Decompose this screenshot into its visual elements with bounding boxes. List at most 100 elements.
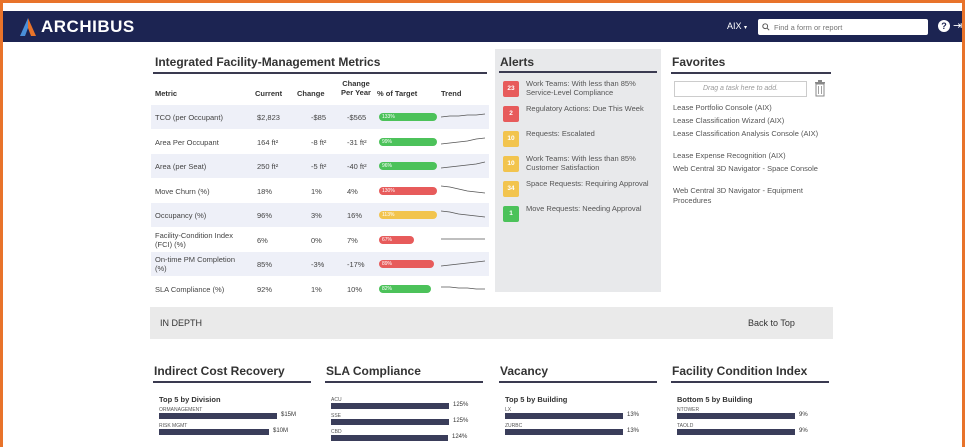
chevron-down-icon: ▾: [744, 25, 748, 31]
metric-row[interactable]: Move Churn (%) 18% 1% 4% 130%: [151, 179, 489, 203]
title-divider: [153, 72, 487, 74]
header-current[interactable]: Current: [255, 89, 282, 98]
metric-name: Area Per Occupant: [155, 137, 219, 147]
alert-item[interactable]: 2 Regulatory Actions: Due This Week: [501, 104, 657, 126]
help-icon[interactable]: ?: [938, 20, 950, 32]
header-change-per-year[interactable]: Change Per Year: [337, 79, 375, 97]
metric-change-per-year: 16%: [347, 211, 363, 220]
metric-change-per-year: -17%: [347, 260, 365, 269]
target-progress-bar: 82%: [379, 284, 431, 293]
metric-change-per-year: 10%: [347, 284, 363, 294]
bar[interactable]: [159, 429, 269, 435]
search-input[interactable]: [774, 22, 924, 32]
metric-name: On-time PM Completion (%): [155, 255, 236, 273]
bar-value: 124%: [452, 434, 468, 440]
favorite-link[interactable]: Lease Expense Recognition (AIX): [673, 151, 833, 161]
trash-icon[interactable]: [814, 79, 826, 97]
section-title: Facility Condition Index: [672, 364, 808, 378]
metric-change: 0%: [311, 235, 322, 245]
metric-row[interactable]: TCO (per Occupant) $2,823 -$85 -$565 133%: [151, 105, 489, 129]
bar-value: $10M: [273, 428, 289, 434]
metric-current: 6%: [257, 235, 268, 245]
metric-row[interactable]: Facility-Condition Index (FCI) (%) 6% 0% 7%…: [151, 228, 489, 252]
metric-change: -8 ft²: [311, 137, 327, 147]
metric-row[interactable]: On-time PM Completion (%) 85% -3% -17% 89%: [151, 252, 489, 276]
favorites-title: Favorites: [672, 55, 726, 69]
metric-current: 18%: [257, 186, 273, 196]
metric-change-per-year: 4%: [347, 186, 358, 196]
metric-current: 250 ft²: [257, 162, 279, 171]
metric-change-per-year: 7%: [347, 235, 358, 245]
in-depth-title: IN DEPTH: [160, 318, 203, 328]
metric-change: -3%: [311, 260, 325, 269]
trend-line: [441, 286, 485, 289]
metric-row[interactable]: Occupancy (%) 96% 3% 16% 113%: [151, 203, 489, 227]
metric-change-per-year: -$565: [347, 113, 367, 122]
workspace-selector[interactable]: AIX ▾: [727, 21, 747, 31]
bar[interactable]: [505, 429, 623, 435]
header-target[interactable]: % of Target: [377, 89, 417, 98]
metric-row[interactable]: SLA Compliance (%) 92% 1% 10% 82%: [151, 277, 489, 301]
search-icon: [762, 23, 770, 31]
target-progress-bar: 67%: [379, 235, 414, 244]
alert-count-badge: 2: [503, 106, 519, 122]
bar-value: 13%: [627, 412, 640, 418]
trend-line: [441, 210, 485, 218]
favorites-drop-zone[interactable]: Drag a task here to add.: [674, 81, 807, 97]
alert-count-badge: 23: [503, 81, 519, 97]
header-metric[interactable]: Metric: [155, 89, 177, 98]
section-title: Indirect Cost Recovery: [154, 364, 285, 378]
alert-item[interactable]: 1 Move Requests: Needing Approval: [501, 204, 657, 226]
trend-line: [441, 137, 485, 144]
bar[interactable]: [331, 403, 449, 409]
title-divider: [325, 381, 483, 383]
alert-count-badge: 34: [503, 181, 519, 197]
bar[interactable]: [677, 413, 795, 419]
favorite-link[interactable]: Lease Classification Analysis Console (A…: [673, 129, 833, 139]
trend-line: [441, 185, 485, 193]
bar[interactable]: [677, 429, 795, 435]
alert-item[interactable]: 34 Space Requests: Requiring Approval: [501, 179, 657, 201]
top-navigation-bar: ARCHIBUS AIX ▾ ? ⇥: [3, 11, 962, 42]
header-change[interactable]: Change: [297, 89, 325, 98]
metric-current: 92%: [257, 284, 273, 294]
archibus-logo[interactable]: ARCHIBUS: [18, 16, 135, 38]
title-divider: [499, 381, 657, 383]
in-depth-bar: IN DEPTH Back to Top: [150, 307, 833, 339]
header-trend[interactable]: Trend: [441, 89, 461, 98]
metric-change-per-year: -40 ft²: [347, 162, 367, 171]
back-to-top-link[interactable]: Back to Top: [748, 318, 795, 328]
favorite-link[interactable]: Lease Classification Wizard (AIX): [673, 116, 833, 126]
alert-item[interactable]: 10 Requests: Escalated: [501, 129, 657, 151]
favorite-link[interactable]: Lease Portfolio Console (AIX): [673, 103, 833, 113]
metric-row[interactable]: Area Per Occupant 164 ft² -8 ft² -31 ft² 99%: [151, 130, 489, 154]
metric-current: 164 ft²: [257, 137, 279, 147]
bar-value: 13%: [627, 428, 640, 434]
favorite-link[interactable]: Web Central 3D Navigator - Equipment Pro…: [673, 186, 833, 205]
bar-value: 9%: [799, 412, 808, 418]
trend-sparkline: [441, 210, 485, 218]
bar[interactable]: [331, 419, 449, 425]
target-progress-bar: 130%: [379, 186, 437, 195]
alert-count-badge: 10: [503, 131, 519, 147]
workspace-label: AIX: [727, 21, 742, 31]
alert-item[interactable]: 23 Work Teams: With less than 85% Service…: [501, 79, 657, 101]
trend-sparkline: [441, 238, 485, 239]
alert-item[interactable]: 10 Work Teams: With less than 85% Custome…: [501, 154, 657, 176]
target-progress-bar: 113%: [379, 211, 437, 219]
metric-row[interactable]: Area (per Seat) 250 ft² -5 ft² -40 ft² 96%: [151, 154, 489, 178]
logo-mark-icon: [20, 18, 36, 36]
metric-change: -5 ft²: [311, 162, 327, 171]
favorite-link[interactable]: Web Central 3D Navigator - Space Console: [673, 164, 833, 174]
bar[interactable]: [331, 435, 448, 441]
metric-current: $2,823: [257, 113, 280, 122]
trend-sparkline: [441, 286, 485, 289]
bar-value: 125%: [453, 418, 469, 424]
metric-change: 1%: [311, 186, 322, 196]
bar[interactable]: [505, 413, 623, 419]
logout-icon[interactable]: ⇥: [953, 19, 962, 32]
page-frame: ARCHIBUS AIX ▾ ? ⇥ Integrated Facility-M…: [0, 0, 965, 447]
metric-current: 96%: [257, 211, 273, 220]
search-box[interactable]: [758, 19, 928, 35]
bar[interactable]: [159, 413, 277, 419]
